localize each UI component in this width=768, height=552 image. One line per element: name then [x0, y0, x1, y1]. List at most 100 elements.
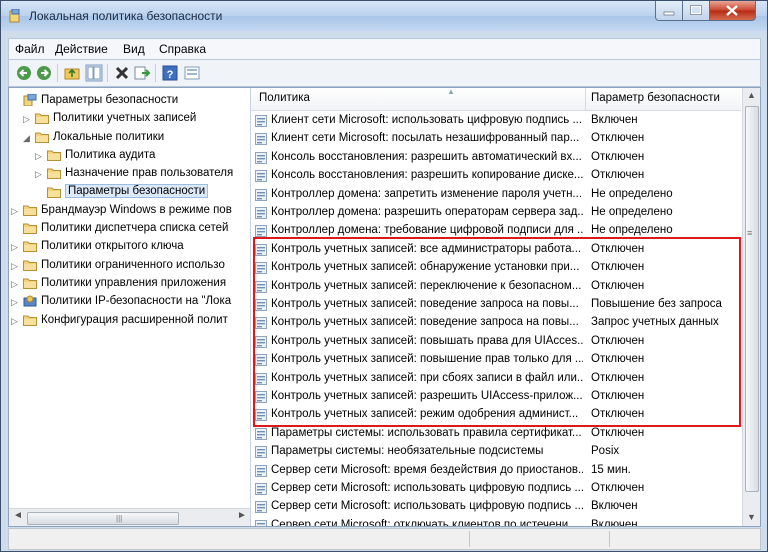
policy-row[interactable]: Контроль учетных записей: поведение запр… [251, 314, 741, 333]
policy-setting-icon [255, 391, 267, 403]
menu-file[interactable]: Файл [15, 42, 45, 56]
main-content: Параметры безопасности ▷ Политики учетных … [8, 87, 761, 527]
policy-setting-value: Повышение без запроса [591, 298, 722, 310]
policy-setting-value: Включен [591, 518, 638, 526]
policy-name: Контроллер домена: разрешить операторам … [271, 206, 583, 218]
toolbar-separator [107, 64, 108, 82]
minimize-button[interactable] [655, 1, 683, 21]
policy-row[interactable]: Контроль учетных записей: при сбоях запи… [251, 370, 741, 389]
policy-setting-icon [255, 133, 267, 146]
up-folder-icon[interactable] [63, 64, 81, 82]
policy-row[interactable]: Консоль восстановления: разрешить копиро… [251, 167, 741, 186]
folder-icon [23, 241, 37, 253]
window-title: Локальная политика безопасности [29, 9, 223, 23]
tree-item-label: Политики IP-безопасности на "Лока [41, 295, 232, 308]
navigation-tree: Параметры безопасности ▷ Политики учетных … [9, 88, 251, 526]
app-window: Локальная политика безопасности Файл Дей… [0, 0, 768, 552]
scroll-up-icon[interactable]: ▲ [747, 90, 756, 100]
policy-row[interactable]: Сервер сети Microsoft: отключать клиенто… [251, 517, 741, 526]
policy-row[interactable]: Сервер сети Microsoft: использовать цифр… [251, 498, 741, 517]
expand-arrow-icon[interactable]: ▷ [11, 297, 18, 308]
policy-list: ▲ Политика Параметр безопасности Клиент … [251, 88, 760, 526]
status-separator [609, 531, 610, 547]
policy-row[interactable]: Клиент сети Microsoft: использовать цифр… [251, 112, 741, 131]
policy-setting-icon [255, 225, 267, 238]
policy-row[interactable]: Сервер сети Microsoft: время бездействия… [251, 462, 741, 481]
policy-setting-value: Отключен [591, 261, 645, 274]
menu-help[interactable]: Справка [159, 42, 206, 56]
scroll-down-icon[interactable]: ▼ [747, 512, 756, 522]
tree-item-label: Политики управления приложения [41, 277, 227, 289]
scroll-left-icon[interactable]: ◄ [13, 510, 23, 521]
policy-row[interactable]: Параметры системы: необязательные подсис… [251, 443, 741, 462]
help-icon[interactable]: ? [161, 64, 179, 82]
export-icon[interactable] [133, 64, 151, 82]
status-separator [469, 531, 470, 547]
expand-arrow-icon[interactable]: ▷ [23, 114, 30, 125]
expand-arrow-icon[interactable]: ▷ [11, 261, 18, 272]
policy-setting-icon [255, 354, 267, 367]
app-icon [9, 9, 20, 23]
menu-action[interactable]: Действие [55, 42, 108, 56]
policy-setting-value: Отключен [591, 242, 645, 255]
list-vertical-scrollbar[interactable]: ▲ ≡ ▼ [742, 88, 760, 526]
policy-row[interactable]: Контроль учетных записей: все администра… [251, 241, 741, 260]
column-header-setting[interactable]: Параметр безопасности [586, 88, 741, 110]
expand-arrow-icon[interactable]: ▷ [11, 279, 18, 290]
expand-arrow-icon[interactable]: ▷ [11, 206, 18, 217]
scrollbar-thumb[interactable] [745, 106, 759, 492]
policy-setting-value: Включен [591, 500, 638, 513]
expand-arrow-icon[interactable]: ▷ [35, 169, 42, 180]
policy-name: Контроль учетных записей: повышать права… [271, 334, 583, 347]
policy-setting-icon [255, 372, 267, 385]
policy-name: Параметры системы: использовать правила … [271, 426, 582, 439]
svg-text:?: ? [167, 69, 174, 81]
policy-name: Контроль учетных записей: все администра… [271, 242, 582, 255]
folder-icon [23, 278, 37, 289]
tree-horizontal-scrollbar[interactable]: ◄ ||| ► [9, 508, 250, 526]
column-header-policy[interactable]: ▲ Политика [251, 88, 586, 110]
policy-setting-value: Включен [591, 114, 638, 126]
show-tree-icon[interactable] [85, 64, 103, 82]
policy-name: Сервер сети Microsoft: время бездействия… [271, 463, 583, 476]
forward-icon[interactable] [35, 64, 53, 82]
tree-item-label: Политики ограниченного использо [41, 258, 225, 271]
folder-icon [47, 150, 61, 161]
menu-view[interactable]: Вид [123, 42, 145, 56]
policy-setting-icon [255, 243, 267, 256]
policy-setting-value: Отключен [591, 371, 645, 384]
policy-row[interactable]: Контроль учетных записей: режим одобрени… [251, 406, 741, 425]
expand-arrow-icon[interactable]: ◢ [23, 133, 30, 144]
policy-row[interactable]: Контроллер домена: требование цифровой п… [251, 222, 741, 241]
policy-name: Контроль учетных записей: обнаружение ус… [271, 261, 580, 274]
delete-icon[interactable] [113, 64, 131, 82]
policy-row[interactable]: Контроль учетных записей: повышение прав… [251, 351, 741, 370]
properties-icon[interactable] [183, 64, 201, 82]
policy-row[interactable]: Клиент сети Microsoft: посылать незашифр… [251, 130, 741, 149]
policy-row[interactable]: Контроль учетных записей: обнаружение ус… [251, 259, 741, 278]
maximize-button[interactable] [682, 1, 710, 21]
back-icon[interactable] [15, 64, 33, 82]
policy-row[interactable]: Сервер сети Microsoft: использовать цифр… [251, 480, 741, 499]
policy-row[interactable]: Консоль восстановления: разрешить автома… [251, 149, 741, 168]
close-button[interactable] [709, 1, 756, 21]
policy-setting-icon [255, 299, 267, 311]
policy-row[interactable]: Контроль учетных записей: переключение к… [251, 278, 741, 297]
policy-name: Контроль учетных записей: повышение прав… [271, 353, 583, 366]
scroll-right-icon[interactable]: ► [237, 510, 247, 521]
expand-arrow-icon[interactable]: ▷ [35, 151, 42, 162]
policy-setting-icon [255, 519, 267, 526]
expand-arrow-icon[interactable]: ▷ [11, 242, 18, 253]
policy-row[interactable]: Контроль учетных записей: разрешить UIAc… [251, 388, 741, 407]
policy-row[interactable]: Параметры системы: использовать правила … [251, 425, 741, 444]
title-bar[interactable]: Локальная политика безопасности [1, 1, 767, 31]
policy-setting-icon [255, 409, 267, 422]
policy-row[interactable]: Контроль учетных записей: повышать права… [251, 333, 741, 352]
policy-row[interactable]: Контроллер домена: запретить изменение п… [251, 186, 741, 205]
scrollbar-thumb[interactable]: ||| [27, 512, 179, 525]
policy-row[interactable]: Контроллер домена: разрешить операторам … [251, 204, 741, 223]
policy-row[interactable]: Контроль учетных записей: поведение запр… [251, 296, 741, 315]
policy-name: Сервер сети Microsoft: использовать цифр… [271, 500, 583, 513]
expand-arrow-icon[interactable]: ▷ [11, 316, 18, 327]
policy-setting-icon [255, 207, 267, 219]
